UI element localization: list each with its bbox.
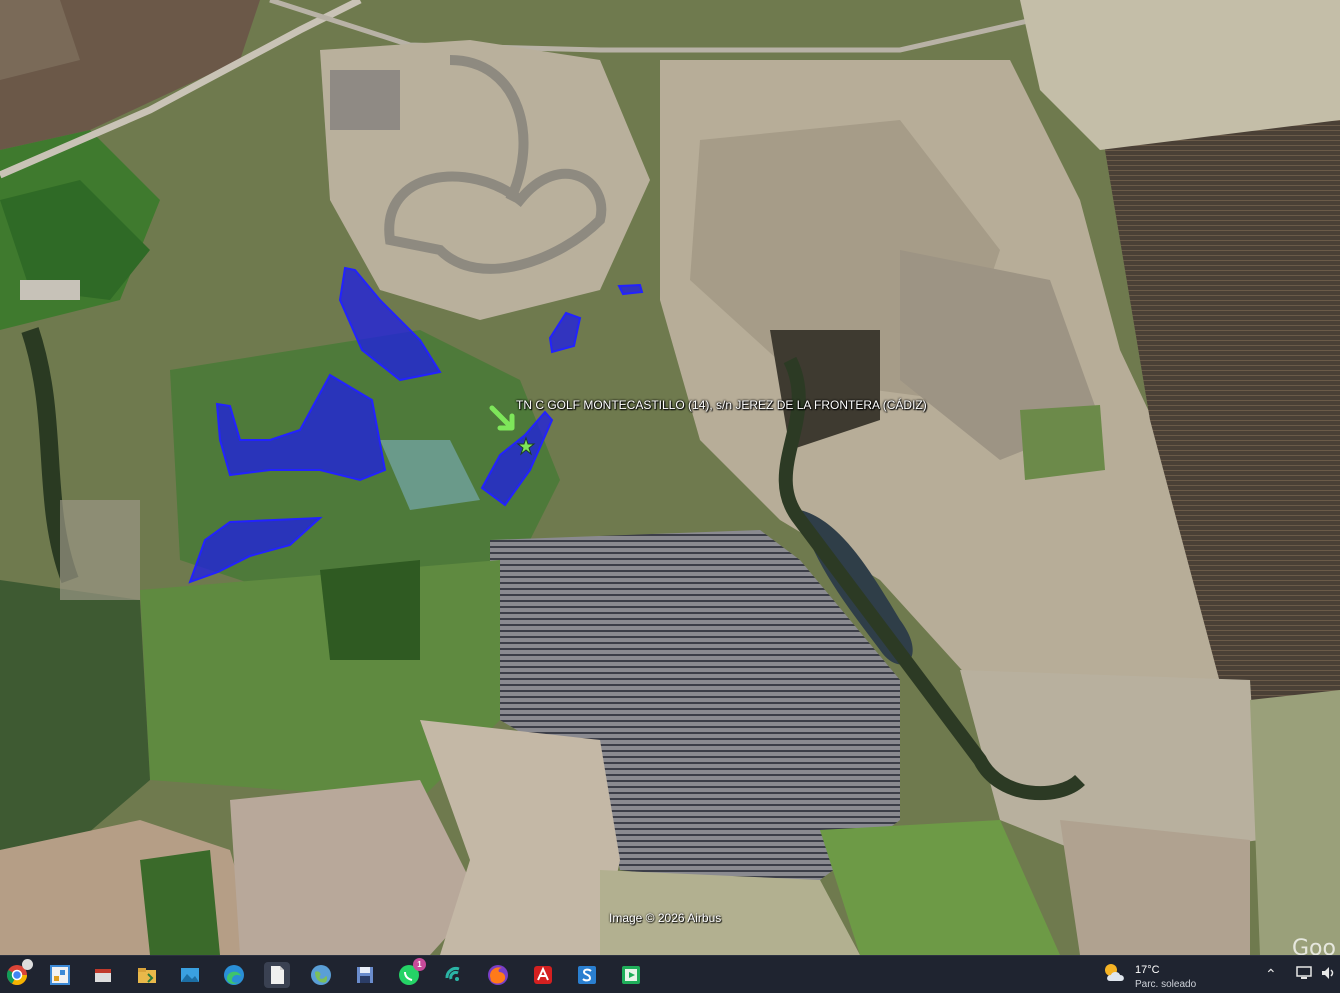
image-credit: Image © 2026 Airbus — [609, 911, 722, 925]
wifi-app-icon[interactable] — [441, 962, 467, 988]
firefox-icon[interactable] — [485, 962, 511, 988]
weather-widget[interactable] — [1102, 962, 1128, 984]
chevron-up-icon[interactable]: ⌃ — [1265, 966, 1277, 983]
paint-icon[interactable] — [47, 962, 73, 988]
satellite-imagery — [0, 0, 1340, 955]
chrome-icon[interactable] — [4, 959, 33, 988]
speaker-icon[interactable] — [1320, 965, 1338, 984]
sql-app-icon[interactable] — [574, 962, 600, 988]
placemark-label[interactable]: TN C GOLF MONTECASTILLO (14), s/n JEREZ … — [516, 398, 927, 412]
save-disk-icon[interactable] — [352, 962, 378, 988]
google-earth-icon[interactable] — [308, 962, 334, 988]
file-explorer-icon[interactable] — [134, 962, 160, 988]
satellite-map-view[interactable]: TN C GOLF MONTECASTILLO (14), s/n JEREZ … — [0, 0, 1340, 955]
photos-icon[interactable] — [177, 962, 203, 988]
google-logo: Goo — [1292, 936, 1336, 955]
weather-description[interactable]: Parc. soleado — [1135, 979, 1196, 990]
whatsapp-notification-badge: 1 — [413, 958, 426, 971]
snipping-tool-icon[interactable] — [90, 962, 116, 988]
network-icon[interactable] — [1295, 965, 1313, 984]
weather-temperature[interactable]: 17°C — [1135, 964, 1160, 976]
whatsapp-icon[interactable]: 1 — [396, 958, 426, 988]
partly-sunny-icon — [1105, 964, 1124, 981]
windows-taskbar: 1 17°C Parc. soleado ⌃ — [0, 955, 1340, 993]
notepad-icon[interactable] — [264, 962, 290, 988]
acrobat-icon[interactable] — [530, 962, 556, 988]
media-player-icon[interactable] — [618, 962, 644, 988]
edge-icon[interactable] — [221, 962, 247, 988]
